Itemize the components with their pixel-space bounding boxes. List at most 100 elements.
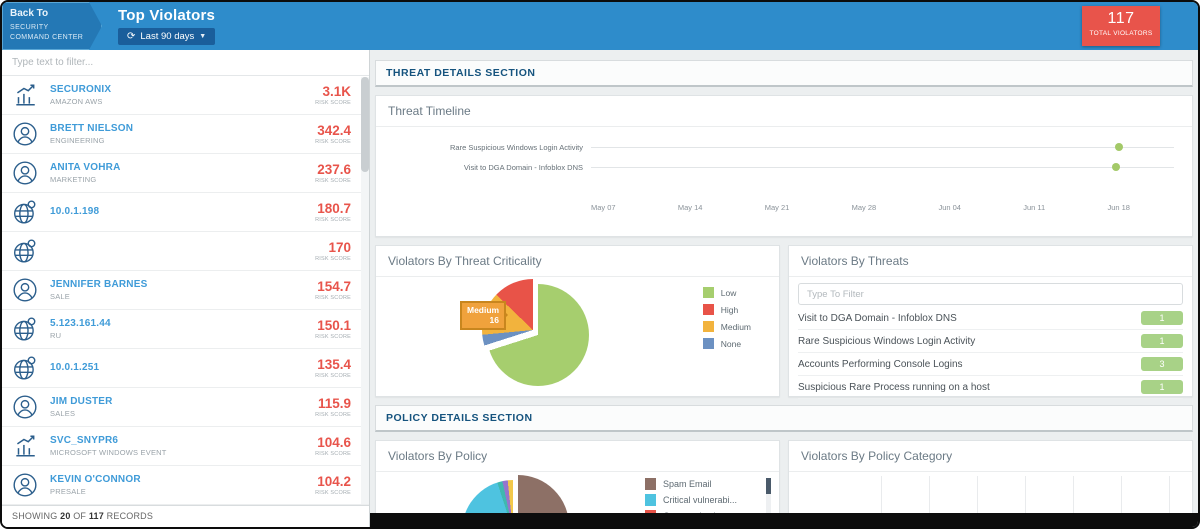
timeline-tick-label: Jun 11 — [1023, 203, 1046, 212]
legend-item: Medium — [702, 321, 751, 332]
legend-swatch — [702, 304, 714, 315]
threat-count-badge: 1 — [1141, 311, 1183, 325]
violator-row[interactable]: KEVIN O'CONNOR PRESALE 104.2 RISK SCORE — [2, 466, 369, 505]
threat-list-item[interactable]: Accounts Performing Console Logins 3 — [798, 353, 1183, 376]
criticality-pie-chart[interactable] — [482, 279, 590, 387]
violator-subtitle: AMAZON AWS — [50, 97, 103, 106]
timeline-tick-label: May 07 — [591, 203, 616, 212]
violator-row[interactable]: 10.0.1.198 180.7 RISK SCORE — [2, 193, 369, 232]
risk-score-value: 104.6 — [317, 435, 351, 450]
policy-details-section-header: POLICY DETAILS SECTION — [375, 405, 1193, 432]
total-violators-label: TOTAL VIOLATORS — [1089, 30, 1153, 37]
risk-score-label: RISK SCORE — [315, 100, 351, 106]
person-icon — [13, 473, 37, 497]
timeline-event-dot[interactable] — [1114, 143, 1123, 151]
policy-pie-title: Violators By Policy — [376, 441, 779, 472]
risk-score-label: RISK SCORE — [315, 334, 351, 340]
legend-swatch — [702, 321, 714, 332]
violator-row[interactable]: 5.123.161.44 RU 150.1 RISK SCORE — [2, 310, 369, 349]
timeline-track — [591, 163, 1174, 171]
legend-swatch — [644, 494, 656, 506]
violator-row[interactable]: SVC_SNYPR6 MICROSOFT WINDOWS EVENT 104.6… — [2, 427, 369, 466]
threat-details-section-header: THREAT DETAILS SECTION — [375, 60, 1193, 87]
timeline-event-dot[interactable] — [1111, 163, 1120, 171]
legend-item: Spam Email — [644, 478, 753, 490]
legend-swatch — [702, 338, 714, 349]
legend-label: Spam Email — [662, 479, 712, 489]
violator-row[interactable]: SECURONIX AMAZON AWS 3.1K RISK SCORE — [2, 76, 369, 115]
threats-panel: Violators By Threats Visit to DGA Domain… — [788, 245, 1193, 399]
risk-score-value: 237.6 — [317, 162, 351, 177]
risk-score-value: 170 — [328, 240, 351, 255]
timeline-x-axis: May 07 May 14 May 21 May 28 Jun 04 Jun 11 Jun … — [591, 203, 1130, 212]
legend-swatch — [644, 478, 656, 490]
violator-row[interactable]: BRETT NIELSON ENGINEERING 342.4 RISK SCO… — [2, 115, 369, 154]
violator-list: SECURONIX AMAZON AWS 3.1K RISK SCORE BRE… — [2, 76, 369, 505]
timeline-tick-label: May 28 — [851, 203, 877, 212]
person-icon — [13, 395, 37, 419]
violator-row[interactable]: 10.0.1.251 135.4 RISK SCORE — [2, 349, 369, 388]
sidebar-scrollbar[interactable] — [361, 77, 369, 504]
pie-tooltip-label: Medium — [467, 305, 500, 315]
violator-subtitle: SALES — [50, 409, 76, 418]
threat-name: Visit to DGA Domain - Infoblox DNS — [798, 312, 957, 324]
policy-category-title: Violators By Policy Category — [789, 441, 1192, 472]
chevron-down-icon: ▼ — [199, 33, 207, 40]
chart-icon — [16, 84, 35, 106]
threat-timeline-panel: Threat Timeline Rare Suspicious Windows … — [375, 95, 1193, 237]
violator-name: JIM DUSTER — [50, 396, 113, 407]
timeline-track — [591, 143, 1174, 151]
risk-score-value: 104.2 — [317, 474, 351, 489]
threat-name: Rare Suspicious Windows Login Activity — [798, 335, 976, 347]
legend-item: Critical vulnerabi... — [644, 494, 753, 506]
chart-icon — [16, 435, 35, 457]
criticality-pie-low-slice[interactable] — [487, 284, 589, 386]
threat-list-item[interactable]: Rare Suspicious Windows Login Activity 1 — [798, 330, 1183, 353]
threat-name: Suspicious Rare Process running on a hos… — [798, 381, 990, 393]
risk-score-label: RISK SCORE — [315, 139, 351, 145]
violator-row[interactable]: ANITA VOHRA MARKETING 237.6 RISK SCORE — [2, 154, 369, 193]
violator-row[interactable]: JENNIFER BARNES SALE 154.7 RISK SCORE — [2, 271, 369, 310]
violator-subtitle: PRESALE — [50, 487, 86, 496]
risk-score-label: RISK SCORE — [315, 373, 351, 379]
timeline-threat-label: Visit to DGA Domain - Infoblox DNS — [463, 162, 583, 172]
violators-sidebar: SECURONIX AMAZON AWS 3.1K RISK SCORE BRE… — [2, 50, 370, 527]
top-violators-dashboard: Back To SECURITY COMMAND CENTER Top Viol… — [0, 0, 1200, 529]
violator-row[interactable]: JIM DUSTER SALES 115.9 RISK SCORE — [2, 388, 369, 427]
page-title: Top Violators — [118, 7, 216, 24]
globe-icon — [14, 239, 36, 263]
risk-score-label: RISK SCORE — [315, 256, 351, 262]
legend-label: Medium — [720, 321, 751, 332]
risk-score-value: 342.4 — [317, 123, 351, 138]
legend-label: Low — [720, 287, 737, 298]
threat-count-badge: 1 — [1141, 334, 1183, 348]
violator-filter-input[interactable] — [12, 57, 359, 68]
policy-legend-scrollbar-thumb[interactable] — [766, 478, 771, 494]
legend-item: High — [702, 304, 751, 315]
legend-label: None — [720, 338, 742, 349]
violator-name: BRETT NIELSON — [50, 123, 134, 134]
risk-score-value: 150.1 — [317, 318, 351, 333]
threat-list-item[interactable]: Suspicious Rare Process running on a hos… — [798, 376, 1183, 399]
legend-label: High — [720, 304, 739, 315]
person-icon — [13, 122, 37, 146]
person-icon — [13, 161, 37, 185]
risk-score-label: RISK SCORE — [315, 451, 351, 457]
risk-score-label: RISK SCORE — [315, 490, 351, 496]
sidebar-scrollbar-thumb[interactable] — [361, 77, 369, 172]
timeline-tick-label: Jun 04 — [938, 203, 961, 212]
back-to-destination: SECURITY COMMAND CENTER — [10, 24, 84, 42]
timeline-row: Rare Suspicious Windows Login Activity — [386, 137, 1182, 157]
legend-item: Low — [702, 287, 751, 298]
threats-filter-input[interactable] — [798, 283, 1183, 305]
violator-row[interactable]: 170 RISK SCORE — [2, 232, 369, 271]
threat-count-badge: 1 — [1141, 380, 1183, 394]
main-content: THREAT DETAILS SECTION Threat Timeline R… — [370, 50, 1198, 527]
threat-list-item[interactable]: Visit to DGA Domain - Infoblox DNS 1 — [798, 307, 1183, 330]
violator-subtitle: ENGINEERING — [50, 136, 105, 145]
back-to-security-command-center-button[interactable]: Back To SECURITY COMMAND CENTER — [2, 2, 102, 50]
violator-subtitle: MICROSOFT WINDOWS EVENT — [50, 448, 167, 457]
risk-score-value: 115.9 — [317, 396, 351, 411]
violator-name: SVC_SNYPR6 — [50, 435, 119, 446]
time-range-dropdown[interactable]: ⟳ Last 90 days ▼ — [118, 28, 216, 45]
